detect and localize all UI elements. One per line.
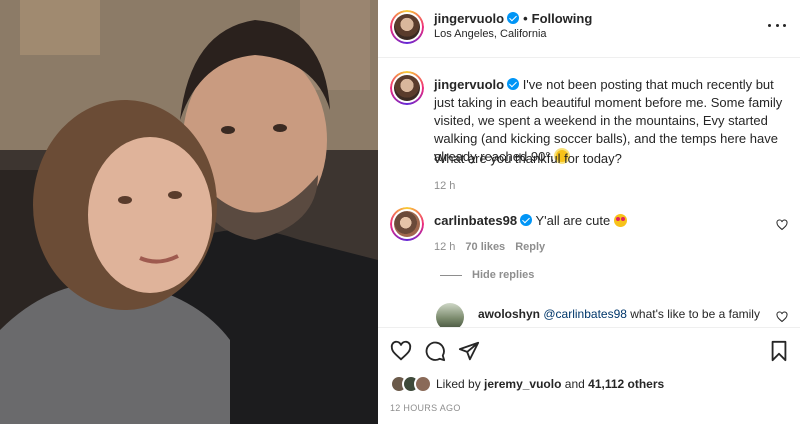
location-link[interactable]: Los Angeles, California	[434, 28, 547, 40]
liker-avatar[interactable]	[414, 375, 432, 393]
reply-avatar[interactable]	[436, 303, 464, 327]
separator-dot: •	[523, 11, 528, 26]
comment-heart-icon[interactable]	[776, 219, 788, 231]
replies-divider	[440, 275, 462, 276]
caption-avatar[interactable]	[390, 71, 424, 105]
comment-time: 12 h	[434, 241, 456, 253]
reply-username[interactable]: awoloshyn	[478, 307, 540, 321]
comment-likes[interactable]: 70 likes	[465, 241, 505, 253]
commenter-avatar[interactable]	[390, 207, 424, 241]
caption-username[interactable]: jingervuolo	[434, 77, 504, 92]
comment-username[interactable]: carlinbates98	[434, 213, 517, 228]
likes-count[interactable]: 41,112 others	[588, 377, 664, 391]
photo-illustration	[0, 0, 378, 424]
author-username[interactable]: jingervuolo	[434, 11, 504, 26]
share-icon[interactable]	[458, 340, 480, 362]
post-photo[interactable]	[0, 0, 378, 424]
liker-username[interactable]: jeremy_vuolo	[484, 377, 561, 391]
likes-prefix: Liked by	[436, 377, 481, 391]
reply-comment: awoloshyn @carlinbates98 what's like to …	[478, 306, 778, 322]
reply-mention[interactable]: @carlinbates98	[543, 307, 627, 321]
reply-text: what's like to be a family	[630, 307, 760, 321]
author-line: jingervuolo • Following	[434, 11, 592, 26]
hide-replies-button[interactable]: Hide replies	[472, 269, 534, 281]
verified-icon	[507, 12, 520, 24]
heart-eyes-emoji-icon	[614, 214, 628, 227]
verified-icon	[507, 78, 520, 90]
reply-button[interactable]: Reply	[515, 241, 545, 253]
likes-text: Liked by jeremy_vuolo and 41,112 others	[436, 377, 664, 391]
post-detail-panel: jingervuolo • Following Los Angeles, Calif…	[378, 0, 800, 424]
likes-joiner: and	[564, 377, 585, 391]
author-avatar[interactable]	[390, 10, 424, 44]
more-icon[interactable]	[768, 16, 786, 34]
caption-question: What are you thankful for today?	[434, 151, 622, 166]
post-actions: Liked by jeremy_vuolo and 41,112 others …	[378, 327, 800, 424]
likes-summary: Liked by jeremy_vuolo and 41,112 others	[390, 374, 664, 394]
verified-icon	[520, 214, 533, 226]
comment: carlinbates98 Y'all are cute	[434, 213, 628, 228]
comment-text: Y'all are cute	[535, 213, 611, 228]
following-button[interactable]: Following	[532, 11, 593, 26]
comment-meta: 12 h 70 likes Reply	[434, 241, 545, 253]
heart-icon[interactable]	[390, 340, 412, 362]
caption-time: 12 h	[434, 180, 456, 192]
bookmark-icon[interactable]	[768, 340, 790, 362]
comments-scroll-area[interactable]: jingervuolo I've not been posting that m…	[378, 59, 800, 327]
post-header: jingervuolo • Following Los Angeles, Calif…	[378, 0, 800, 58]
comment-icon[interactable]	[424, 340, 446, 362]
reply-heart-icon[interactable]	[776, 311, 788, 323]
post-timestamp[interactable]: 12 HOURS AGO	[390, 403, 461, 413]
